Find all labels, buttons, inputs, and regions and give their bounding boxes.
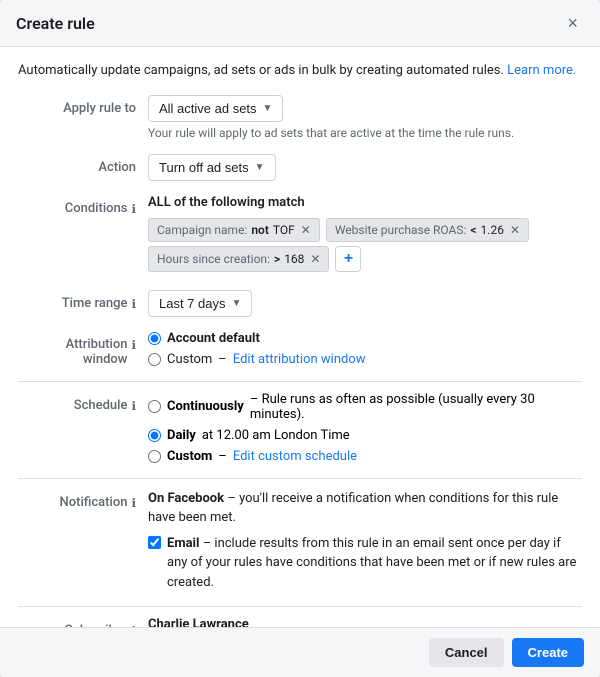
schedule-radio-custom[interactable] [148, 450, 161, 463]
modal-body: Automatically update campaigns, ad sets … [0, 47, 600, 627]
notification-label: Notification ℹ [18, 489, 148, 510]
tag-hours-close[interactable]: ✕ [310, 252, 320, 266]
close-button[interactable]: × [561, 12, 584, 34]
create-rule-modal: Create rule × Automatically update campa… [0, 0, 600, 677]
schedule-options: Continuously – Rule runs as often as pos… [148, 392, 582, 464]
action-label: Action [18, 154, 148, 175]
subscriber-label: Subscriber ℹ [18, 617, 148, 627]
conditions-match: ALL of the following match [148, 195, 582, 210]
create-button[interactable]: Create [512, 638, 584, 667]
conditions-tags: Campaign name: not TOF ✕ Website purchas… [148, 218, 582, 242]
schedule-custom: Custom – Edit custom schedule [148, 449, 582, 464]
conditions-tags-row2: Hours since creation: > 168 ✕ + [148, 246, 582, 272]
time-range-content: Last 7 days ▼ [148, 290, 582, 317]
action-select[interactable]: Turn off ad sets ▼ [148, 154, 276, 181]
attribution-option-custom: Custom – Edit attribution window [148, 352, 582, 367]
attribution-label: Attribution window ℹ [18, 331, 148, 367]
notification-email-checkbox[interactable] [148, 536, 161, 549]
action-row: Action Turn off ad sets ▼ [18, 154, 582, 181]
tag-roas: Website purchase ROAS: < 1.26 ✕ [326, 218, 529, 242]
notification-info-icon[interactable]: ℹ [131, 496, 136, 510]
schedule-label: Schedule ℹ [18, 392, 148, 413]
tag-campaign-name: Campaign name: not TOF ✕ [148, 218, 320, 242]
edit-schedule-link[interactable]: Edit custom schedule [233, 449, 357, 464]
divider3 [18, 606, 582, 607]
edit-attribution-link[interactable]: Edit attribution window [233, 352, 366, 367]
time-range-row: Time range ℹ Last 7 days ▼ [18, 290, 582, 317]
modal-header: Create rule × [0, 0, 600, 47]
schedule-daily: Daily at 12.00 am London Time [148, 428, 582, 443]
apply-rule-content: All active ad sets ▼ Your rule will appl… [148, 95, 582, 140]
conditions-content: ALL of the following match Campaign name… [148, 195, 582, 276]
divider [18, 381, 582, 382]
notification-on-facebook: On Facebook – you'll receive a notificat… [148, 489, 582, 528]
schedule-radio-daily[interactable] [148, 429, 161, 442]
schedule-content: Continuously – Rule runs as often as pos… [148, 392, 582, 464]
notification-email-text: Email – include results from this rule i… [167, 534, 582, 593]
conditions-row: Conditions ℹ ALL of the following match … [18, 195, 582, 276]
time-range-arrow-icon: ▼ [232, 298, 242, 309]
schedule-info-icon[interactable]: ℹ [131, 399, 136, 413]
modal-title: Create rule [16, 14, 95, 33]
add-condition-button[interactable]: + [335, 246, 361, 272]
tag-roas-close[interactable]: ✕ [510, 223, 520, 237]
conditions-info-icon[interactable]: ℹ [131, 202, 136, 216]
tag-hours: Hours since creation: > 168 ✕ [148, 246, 329, 272]
notification-content: On Facebook – you'll receive a notificat… [148, 489, 582, 593]
apply-rule-row: Apply rule to All active ad sets ▼ Your … [18, 95, 582, 140]
attribution-options: Account default Custom – Edit attributio… [148, 331, 582, 367]
time-range-label: Time range ℹ [18, 290, 148, 311]
divider2 [18, 478, 582, 479]
tag-campaign-close[interactable]: ✕ [301, 223, 311, 237]
schedule-row: Schedule ℹ Continuously – Rule runs as o… [18, 392, 582, 464]
time-range-info-icon[interactable]: ℹ [131, 297, 136, 311]
notification-email-row: Email – include results from this rule i… [148, 534, 582, 593]
time-range-select[interactable]: Last 7 days ▼ [148, 290, 252, 317]
action-arrow-icon: ▼ [255, 162, 265, 173]
attribution-content: Account default Custom – Edit attributio… [148, 331, 582, 367]
notification-row: Notification ℹ On Facebook – you'll rece… [18, 489, 582, 593]
learn-more-link[interactable]: Learn more. [507, 63, 576, 78]
conditions-label: Conditions ℹ [18, 195, 148, 216]
schedule-radio-continuously[interactable] [148, 400, 161, 413]
attribution-option-default: Account default [148, 331, 582, 346]
action-content: Turn off ad sets ▼ [148, 154, 582, 181]
apply-rule-label: Apply rule to [18, 95, 148, 116]
attribution-radio-default[interactable] [148, 332, 161, 345]
apply-rule-select[interactable]: All active ad sets ▼ [148, 95, 283, 122]
subscriber-content: Charlie Lawrance [148, 617, 582, 627]
attribution-radio-custom[interactable] [148, 353, 161, 366]
subscriber-row: Subscriber ℹ Charlie Lawrance [18, 617, 582, 627]
subscriber-name: Charlie Lawrance [148, 617, 249, 627]
schedule-continuously: Continuously – Rule runs as often as pos… [148, 392, 582, 422]
description-text: Automatically update campaigns, ad sets … [18, 61, 582, 81]
attribution-info-icon[interactable]: ℹ [131, 338, 136, 352]
attribution-row: Attribution window ℹ Account default Cus… [18, 331, 582, 367]
apply-rule-arrow-icon: ▼ [263, 103, 273, 114]
apply-rule-helper: Your rule will apply to ad sets that are… [148, 126, 582, 140]
subscriber-info-icon[interactable]: ℹ [131, 624, 136, 627]
cancel-button[interactable]: Cancel [429, 638, 504, 667]
